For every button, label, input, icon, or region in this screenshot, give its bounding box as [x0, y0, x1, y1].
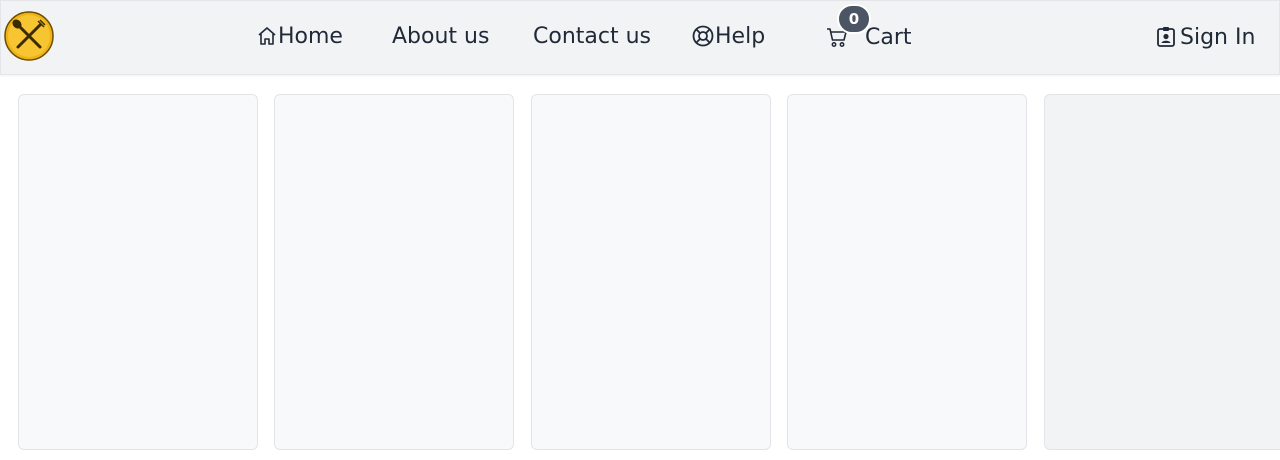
- nav-contact-link[interactable]: Contact us: [533, 21, 651, 51]
- product-card-placeholder: [1044, 94, 1280, 450]
- nav-about-label: About us: [392, 23, 490, 49]
- nav-cart-label: Cart: [865, 24, 912, 50]
- top-navbar: Home About us Contact us Help Cart 0 Sig…: [0, 0, 1280, 75]
- id-badge-icon: [1156, 26, 1176, 48]
- nav-home-label: Home: [278, 23, 343, 49]
- product-card-placeholder: [18, 94, 258, 450]
- product-card-placeholder: [787, 94, 1027, 450]
- logo-icon[interactable]: [4, 11, 54, 61]
- nav-help-label: Help: [715, 23, 766, 49]
- product-card-placeholder: [531, 94, 771, 450]
- sign-in-label: Sign In: [1180, 24, 1256, 50]
- product-card-placeholder: [274, 94, 514, 450]
- nav-contact-label: Contact us: [533, 23, 651, 49]
- nav-about-link[interactable]: About us: [392, 21, 489, 51]
- nav-help-link[interactable]: Help: [691, 21, 765, 51]
- house-icon: [256, 25, 278, 47]
- lifebuoy-icon: [691, 24, 715, 48]
- nav-home-link[interactable]: Home: [256, 21, 343, 51]
- sign-in-button[interactable]: Sign In: [1156, 22, 1255, 52]
- cart-count-badge: 0: [837, 4, 871, 34]
